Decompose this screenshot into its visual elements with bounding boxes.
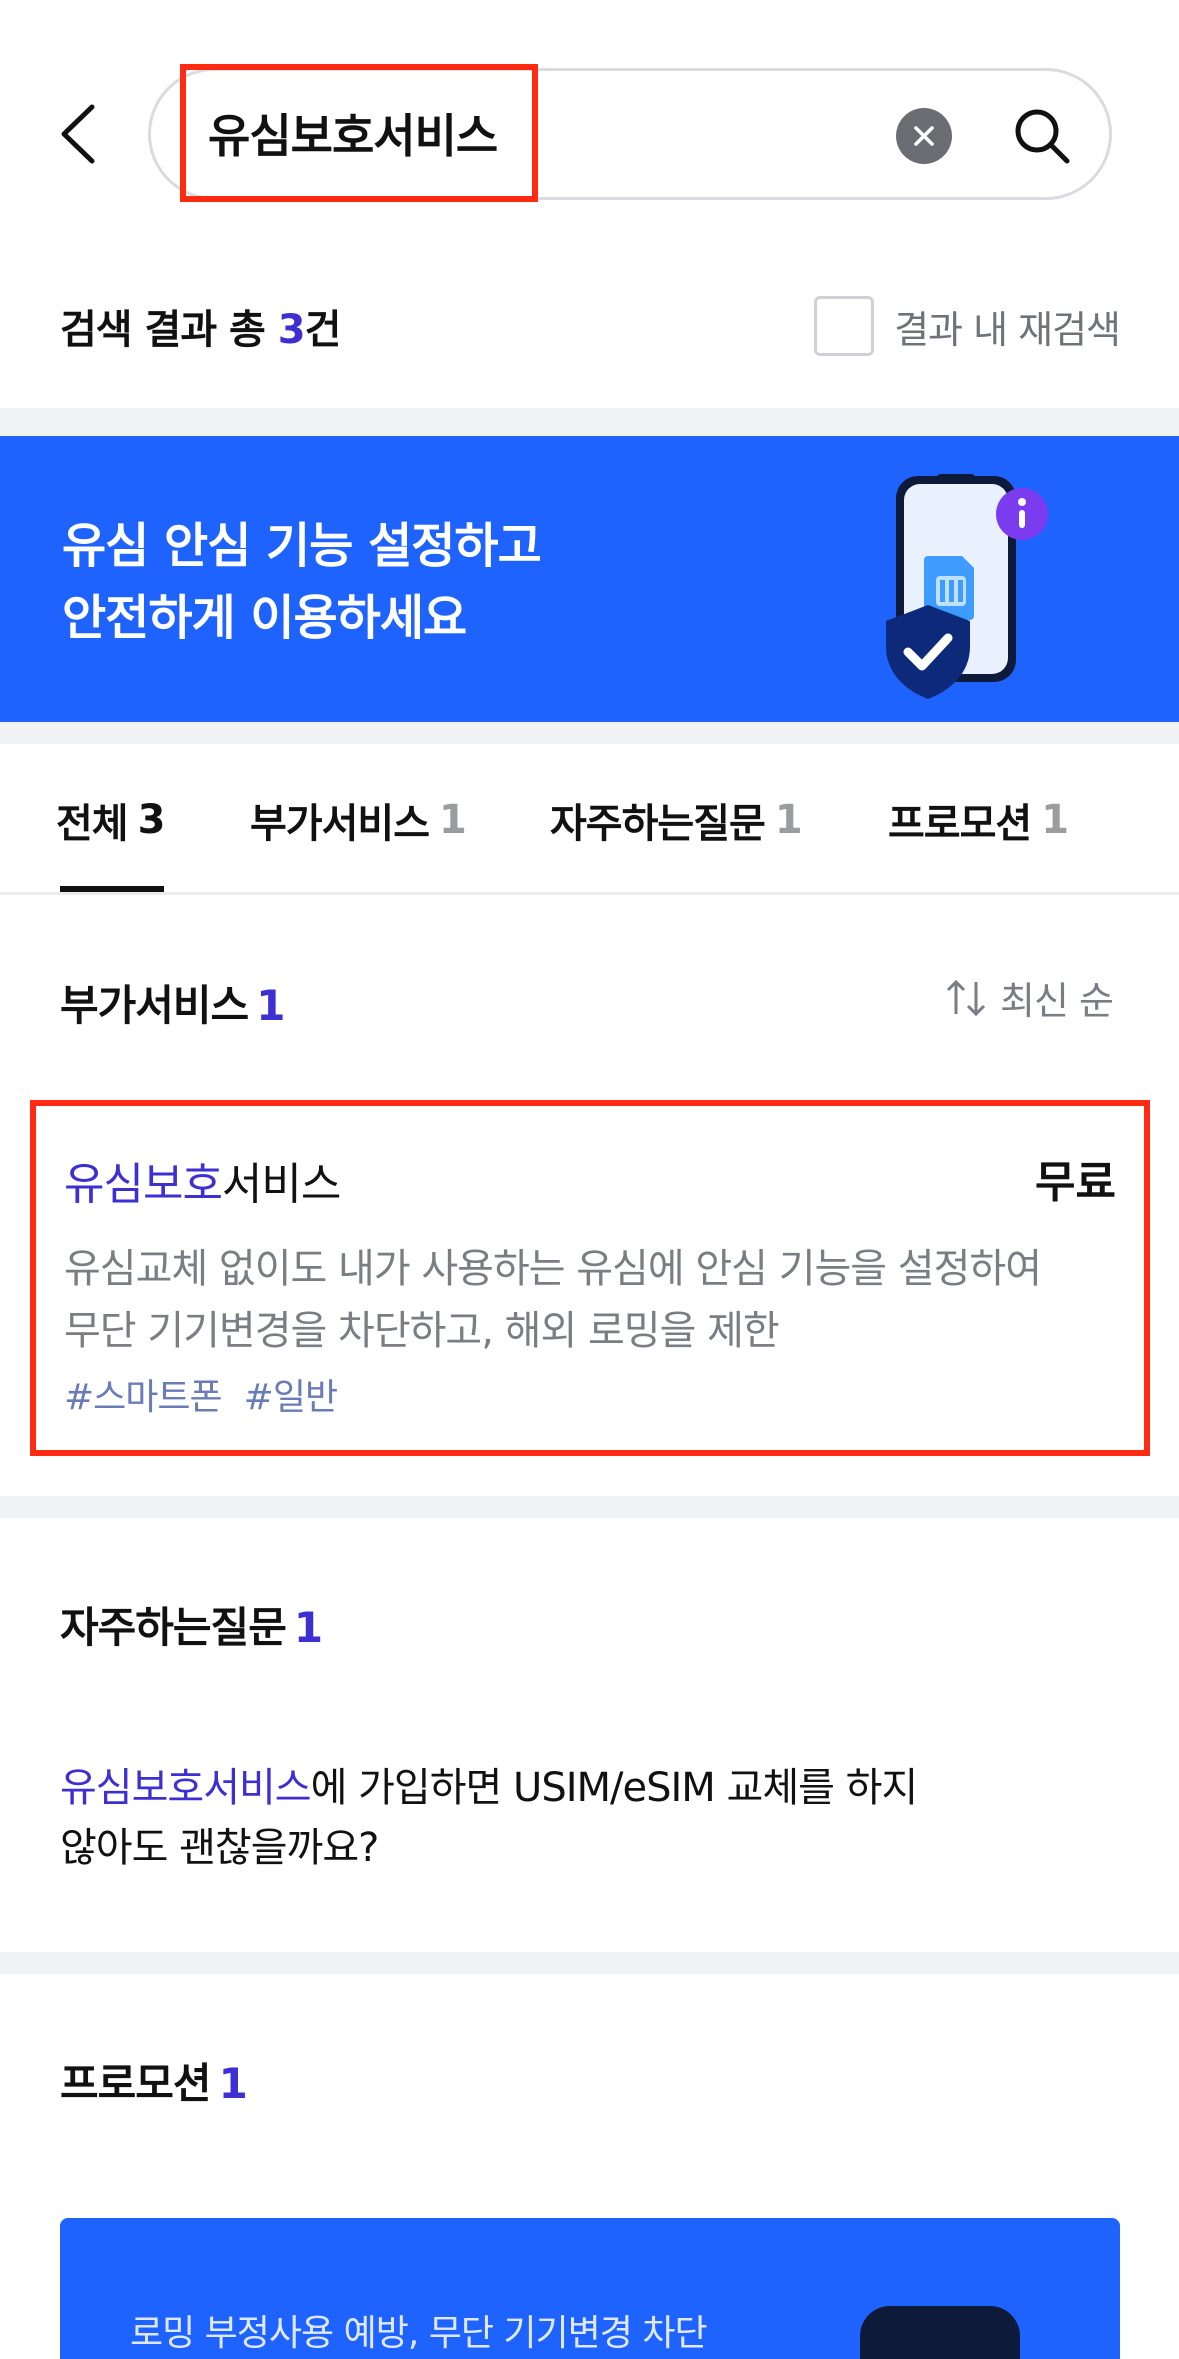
tag[interactable]: #일반: [244, 1368, 338, 1420]
refine-search-toggle[interactable]: 결과 내 재검색: [814, 296, 1121, 356]
result-summary-row: 검색 결과 총 3건 결과 내 재검색: [60, 290, 1121, 362]
addon-result-card[interactable]: 유심보호서비스 무료 유심교체 없이도 내가 사용하는 유심에 안심 기능을 설…: [30, 1100, 1150, 1456]
search-button[interactable]: [1004, 98, 1080, 174]
addon-item-price: 무료: [1035, 1157, 1116, 1208]
tab-faq[interactable]: 자주하는질문 1: [550, 745, 803, 895]
section-divider: [0, 722, 1179, 744]
clear-search-button[interactable]: [896, 108, 952, 164]
sort-icon: [946, 979, 986, 1016]
addon-item-description: 유심교체 없이도 내가 사용하는 유심에 안심 기능을 설정하여 무단 기기변경…: [64, 1246, 1042, 1354]
category-tabs: 전체 3 부가서비스 1 자주하는질문 1 프로모션 1: [0, 745, 1179, 895]
sort-label: 최신 순: [1000, 979, 1114, 1023]
close-icon: [914, 126, 934, 146]
faq-question-link[interactable]: 유심보호서비스에 가입하면 USIM/eSIM 교체를 하지 않아도 괜찮을까요…: [60, 1758, 1020, 1878]
tab-promotion[interactable]: 프로모션 1: [888, 745, 1069, 895]
addon-item-title: 유심보호서비스: [64, 1159, 341, 1210]
tab-addon-services[interactable]: 부가서비스 1: [250, 745, 467, 895]
promo-banner[interactable]: 유심 안심 기능 설정하고 안전하게 이용하세요: [0, 436, 1179, 722]
promotion-card[interactable]: 로밍 부정사용 예방, 무단 기기변경 차단: [60, 2218, 1120, 2359]
active-tab-indicator: [60, 886, 164, 892]
section-divider: [0, 408, 1179, 436]
faq-section-title: 자주하는질문 1: [60, 1603, 323, 1652]
sort-button[interactable]: 최신 순: [944, 970, 1114, 1025]
search-header: 유심보호서비스: [0, 0, 1179, 270]
result-count: 검색 결과 총 3건: [60, 307, 341, 353]
phone-icon: [860, 2306, 1020, 2359]
addon-item-tags: #스마트폰 #일반: [64, 1368, 338, 1420]
section-divider: [0, 1496, 1179, 1518]
back-button[interactable]: [48, 96, 108, 172]
search-icon: [1015, 109, 1070, 164]
phone-sim-shield-icon: [886, 474, 1048, 699]
banner-text: 유심 안심 기능 설정하고 안전하게 이용하세요: [62, 518, 542, 646]
refine-checkbox[interactable]: [814, 296, 875, 356]
promo-section-title: 프로모션 1: [60, 2059, 248, 2108]
chevron-left-icon: [61, 104, 95, 164]
section-divider: [0, 1952, 1179, 1974]
tab-all[interactable]: 전체 3: [56, 745, 165, 895]
refine-label: 결과 내 재검색: [894, 307, 1121, 352]
addon-section-title: 부가서비스 1: [60, 981, 285, 1030]
tag[interactable]: #스마트폰: [64, 1368, 223, 1420]
search-query-text[interactable]: 유심보호서비스: [180, 64, 538, 202]
promotion-card-text: 로밍 부정사용 예방, 무단 기기변경 차단: [130, 2313, 708, 2354]
